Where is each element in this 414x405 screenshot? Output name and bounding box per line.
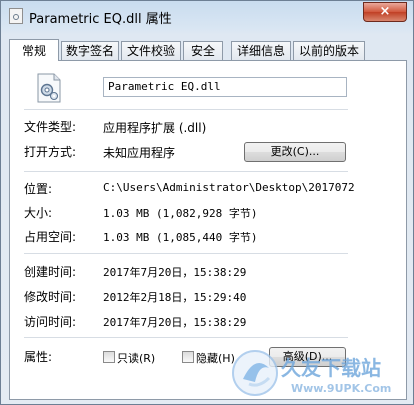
separator xyxy=(24,109,348,110)
tab-security[interactable]: 安全 xyxy=(183,41,223,60)
properties-window: Parametric EQ.dll 属性 × 常规 数字签名 文件校验 安全 详… xyxy=(0,0,414,405)
window-title: Parametric EQ.dll 属性 xyxy=(29,12,172,27)
created-label: 创建时间: xyxy=(24,265,77,279)
tab-digital-signature[interactable]: 数字签名 xyxy=(61,41,119,60)
size-on-disk-label: 占用空间: xyxy=(24,230,77,244)
attributes-label: 属性: xyxy=(24,350,53,364)
hidden-checkbox[interactable] xyxy=(182,351,194,363)
accessed-label: 访问时间: xyxy=(24,315,77,329)
watermark-logo: 久友下载站 Www.9UPK.Com xyxy=(232,350,391,396)
separator xyxy=(24,337,348,338)
separator xyxy=(24,171,348,172)
location-value: C:\Users\Administrator\Desktop\20170720\… xyxy=(103,181,355,194)
size-value: 1.03 MB (1,082,928 字节) xyxy=(103,207,258,220)
file-type-label: 文件类型: xyxy=(24,120,77,134)
tab-general[interactable]: 常规 xyxy=(9,39,59,61)
separator xyxy=(24,253,348,254)
close-button[interactable]: × xyxy=(363,2,407,22)
watermark-brand: 久友下载站 xyxy=(281,356,381,380)
file-type-value: 应用程序扩展 (.dll) xyxy=(103,121,207,135)
accessed-value: 2017年7月20日，15:38:29 xyxy=(103,316,247,329)
created-value: 2017年7月20日，15:38:29 xyxy=(103,266,247,279)
modified-label: 修改时间: xyxy=(24,290,77,304)
title-bar[interactable]: Parametric EQ.dll 属性 × xyxy=(1,1,413,33)
opens-with-value: 未知应用程序 xyxy=(103,146,176,160)
settings-file-icon xyxy=(37,73,61,103)
tab-strip: 常规 数字签名 文件校验 安全 详细信息 以前的版本 xyxy=(9,39,407,61)
watermark-url: Www.9UPK.Com xyxy=(291,382,391,395)
opens-with-label: 打开方式: xyxy=(24,145,77,159)
modified-value: 2012年2月18日，15:29:40 xyxy=(103,291,247,304)
dll-file-icon xyxy=(9,8,23,24)
close-icon: × xyxy=(379,4,391,19)
size-label: 大小: xyxy=(24,206,53,220)
file-name-field[interactable]: Parametric EQ.dll xyxy=(103,77,347,97)
tab-file-checksum[interactable]: 文件校验 xyxy=(121,41,181,60)
tab-details[interactable]: 详细信息 xyxy=(231,41,291,60)
location-label: 位置: xyxy=(24,182,53,196)
change-button[interactable]: 更改(C)... xyxy=(244,142,346,162)
tab-previous-versions[interactable]: 以前的版本 xyxy=(293,41,365,60)
readonly-label[interactable]: 只读(R) xyxy=(117,350,155,366)
readonly-checkbox[interactable] xyxy=(103,351,115,363)
size-on-disk-value: 1.03 MB (1,085,440 字节) xyxy=(103,231,258,244)
